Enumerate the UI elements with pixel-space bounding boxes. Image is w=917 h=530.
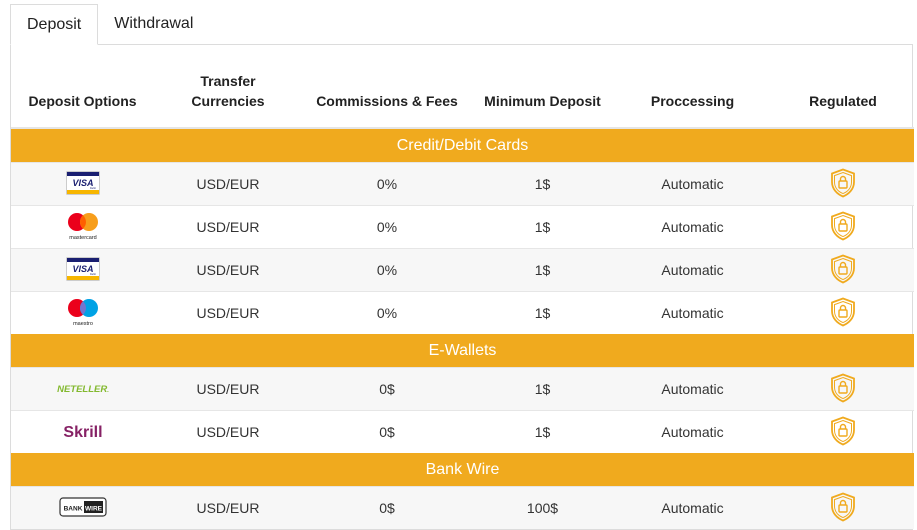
fees-cell: 0% [302,248,472,292]
table-row: BANK WIRE USD/EUR 0$ 100$ Automatic [11,486,914,529]
currencies-cell: USD/EUR [154,162,302,206]
tab-deposit[interactable]: Deposit [10,4,99,45]
processing-cell: Automatic [613,291,772,334]
neteller-icon: NETELLER. [57,381,109,395]
currencies-cell: USD/EUR [154,367,302,411]
section-header-row: E-Wallets [11,334,914,368]
deposit-option-cell: mastercard [11,205,154,249]
deposit-options-table: Deposit Options Transfer Currencies Comm… [11,45,914,529]
section-title: Credit/Debit Cards [11,128,914,163]
regulated-cell [772,205,914,249]
svg-text:Debit: Debit [90,187,96,190]
svg-text:maestro: maestro [73,321,93,327]
currencies-cell: USD/EUR [154,410,302,453]
shield-lock-icon [830,168,856,198]
table-row: maestro USD/EUR 0% 1$ Automatic [11,291,914,334]
svg-text:WIRE: WIRE [85,505,103,512]
deposit-option-cell: maestro [11,291,154,334]
shield-lock-icon [830,211,856,241]
currencies-cell: USD/EUR [154,205,302,249]
table-body: Credit/Debit Cards VISA Debit USD/EUR 0% 1$ Au… [11,128,914,529]
bankwire-icon: BANK WIRE [58,496,107,517]
deposit-option-cell: VISA Debit [11,248,154,292]
regulated-cell [772,367,914,411]
fees-cell: 0% [302,291,472,334]
shield-lock-icon [830,254,856,284]
regulated-cell [772,248,914,292]
fees-cell: 0$ [302,486,472,529]
deposit-panel: Deposit Options Transfer Currencies Comm… [10,44,914,530]
mastercard-icon: mastercard [64,211,102,241]
minimum-deposit-cell: 1$ [472,205,613,249]
deposit-option-cell: NETELLER. [11,367,154,411]
column-header-deposit-options: Deposit Options [28,93,137,109]
column-header-regulated: Regulated [809,93,877,109]
svg-text:Skrill: Skrill [63,424,102,441]
table-row: VISA Debit USD/EUR 0% 1$ Automatic [11,248,914,292]
regulated-cell [772,486,914,529]
tab-bar: Deposit Withdrawal [10,2,913,45]
fees-cell: 0% [302,162,472,206]
svg-text:mastercard: mastercard [69,235,97,241]
svg-text:BANK: BANK [63,505,82,512]
section-header-row: Credit/Debit Cards [11,128,914,163]
deposit-option-cell: VISA Debit [11,162,154,206]
minimum-deposit-cell: 1$ [472,291,613,334]
processing-cell: Automatic [613,205,772,249]
column-header-processing: Proccessing [650,93,735,109]
regulated-cell [772,291,914,334]
column-header-transfer-currencies: Transfer Currencies [154,45,302,128]
section-header-row: Bank Wire [11,453,914,487]
column-header-transfer-currencies-text: Transfer Currencies [191,73,265,109]
table-row: NETELLER. USD/EUR 0$ 1$ Automatic [11,367,914,411]
deposit-option-cell: Skrill [11,410,154,453]
svg-text:Debit: Debit [90,273,96,276]
processing-cell: Automatic [613,486,772,529]
svg-text:NETELLER.: NETELLER. [57,384,109,395]
shield-lock-icon [830,492,856,522]
shield-lock-icon [830,297,856,327]
maestro-icon: maestro [64,297,102,327]
visa-icon: VISA Debit [65,256,100,281]
column-header-minimum-deposit: Minimum Deposit [484,93,601,109]
fees-cell: 0% [302,205,472,249]
section-title: Bank Wire [11,453,914,487]
shield-lock-icon [830,373,856,403]
table-header-row: Deposit Options Transfer Currencies Comm… [11,45,914,128]
processing-cell: Automatic [613,248,772,292]
table-row: VISA Debit USD/EUR 0% 1$ Automatic [11,162,914,206]
fees-cell: 0$ [302,410,472,453]
regulated-cell [772,162,914,206]
tab-withdrawal[interactable]: Withdrawal [98,3,209,44]
currencies-cell: USD/EUR [154,248,302,292]
section-title: E-Wallets [11,334,914,368]
shield-lock-icon [830,416,856,446]
column-header-commissions-fees: Commissions & Fees [316,93,458,109]
processing-cell: Automatic [613,367,772,411]
visa-icon: VISA Debit [65,170,100,195]
table-row: Skrill USD/EUR 0$ 1$ Automatic [11,410,914,453]
regulated-cell [772,410,914,453]
deposit-option-cell: BANK WIRE [11,486,154,529]
processing-cell: Automatic [613,410,772,453]
processing-cell: Automatic [613,162,772,206]
currencies-cell: USD/EUR [154,486,302,529]
table-row: mastercard USD/EUR 0% 1$ Automatic [11,205,914,249]
skrill-icon: Skrill [60,421,106,441]
minimum-deposit-cell: 1$ [472,410,613,453]
minimum-deposit-cell: 1$ [472,248,613,292]
minimum-deposit-cell: 100$ [472,486,613,529]
payment-methods-widget: Deposit Withdrawal Deposit Options Trans… [10,2,914,530]
currencies-cell: USD/EUR [154,291,302,334]
fees-cell: 0$ [302,367,472,411]
minimum-deposit-cell: 1$ [472,162,613,206]
minimum-deposit-cell: 1$ [472,367,613,411]
